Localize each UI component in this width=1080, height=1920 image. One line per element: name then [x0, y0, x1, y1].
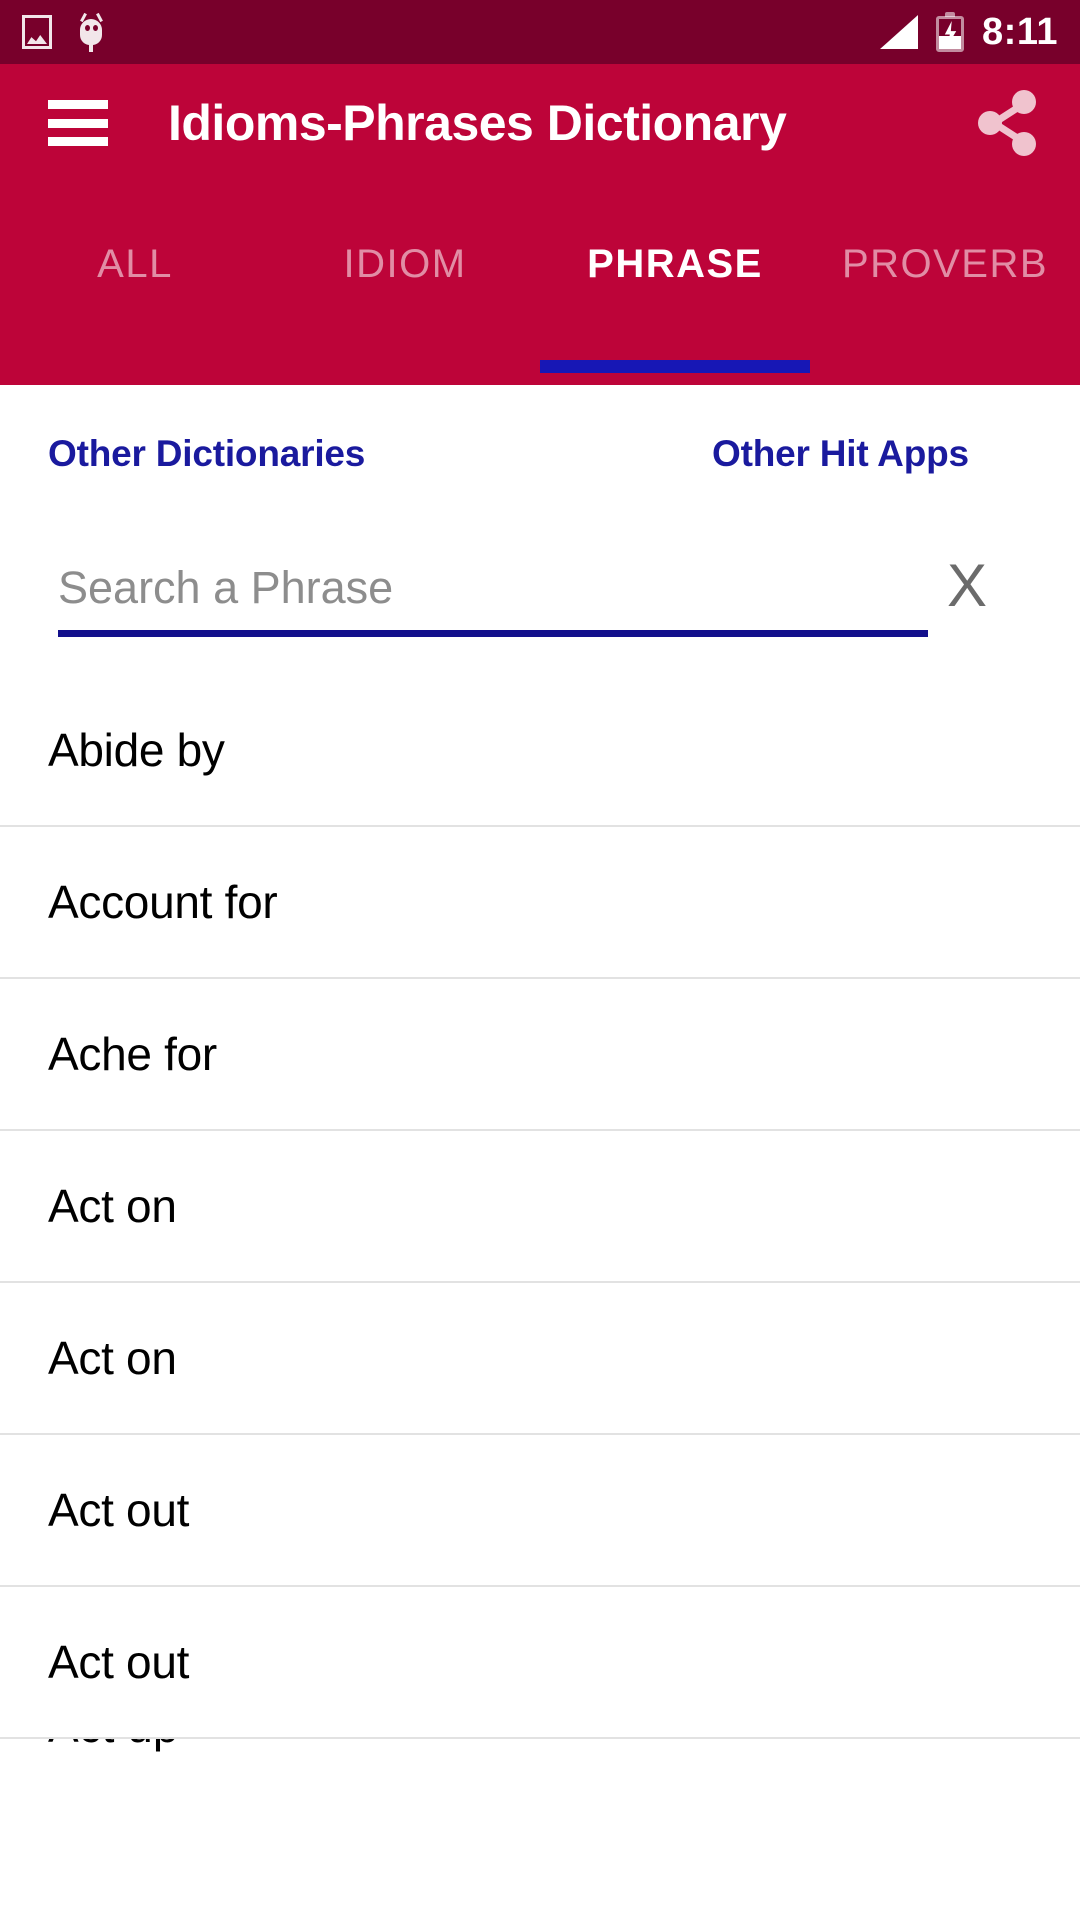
list-item[interactable]: Abide by — [0, 675, 1080, 827]
list-item[interactable]: Act on — [0, 1283, 1080, 1435]
list-item-label: Act up — [48, 1739, 178, 1753]
list-item-label: Act out — [48, 1636, 190, 1688]
tab-indicator — [270, 360, 540, 373]
clear-search-button[interactable]: X — [930, 549, 1004, 623]
content-area: Other Dictionaries Other Hit Apps X Abid… — [0, 385, 1080, 1920]
phrase-list: Abide by Account for Ache for Act on Act… — [0, 675, 1080, 1799]
tab-label: ALL — [97, 242, 173, 286]
status-bar-clock: 8:11 — [982, 11, 1058, 53]
share-icon[interactable] — [968, 85, 1044, 161]
status-bar: 8:11 — [0, 0, 1080, 64]
tab-idiom[interactable]: IDIOM — [270, 182, 540, 385]
tab-bar: ALL IDIOM PHRASE PROVERB — [0, 182, 1080, 385]
search-row: X — [0, 545, 1080, 655]
battery-charging-icon — [936, 12, 965, 52]
search-field[interactable] — [58, 545, 928, 637]
tab-indicator — [0, 360, 270, 373]
list-item-label: Act out — [48, 1484, 190, 1536]
list-item[interactable]: Act out — [0, 1587, 1080, 1739]
list-item[interactable]: Ache for — [0, 979, 1080, 1131]
other-hit-apps-link[interactable]: Other Hit Apps — [712, 433, 969, 475]
search-input[interactable] — [58, 561, 928, 614]
tab-label: PROVERB — [841, 242, 1049, 286]
list-item[interactable]: Act out — [0, 1435, 1080, 1587]
quick-links-row: Other Dictionaries Other Hit Apps — [0, 433, 1080, 499]
list-item-label: Act on — [48, 1180, 177, 1232]
tab-label: PHRASE — [587, 242, 763, 286]
list-item-label: Act on — [48, 1332, 177, 1384]
tab-indicator-active — [540, 360, 810, 373]
list-item[interactable]: Account for — [0, 827, 1080, 979]
list-item-label: Account for — [48, 876, 278, 928]
list-item-label: Abide by — [48, 724, 225, 776]
hamburger-menu-icon[interactable] — [48, 100, 108, 146]
photo-icon — [22, 15, 52, 49]
list-item-label: Ache for — [48, 1028, 217, 1080]
tab-proverb[interactable]: PROVERB — [810, 182, 1080, 385]
list-item-partial[interactable]: Act up — [0, 1739, 1080, 1799]
tab-indicator — [810, 360, 1080, 373]
page-title: Idioms-Phrases Dictionary — [168, 95, 787, 151]
tab-phrase[interactable]: PHRASE — [540, 182, 810, 385]
list-item[interactable]: Act on — [0, 1131, 1080, 1283]
tab-label: IDIOM — [343, 242, 467, 286]
android-bug-icon — [74, 12, 108, 52]
tab-all[interactable]: ALL — [0, 182, 270, 385]
other-dictionaries-link[interactable]: Other Dictionaries — [48, 433, 365, 475]
status-bar-left-icons — [22, 12, 108, 52]
signal-icon — [880, 15, 919, 49]
app-root: 8:11 Idioms-Phrases Dictionary ALL IDIOM — [0, 0, 1080, 1920]
app-bar: Idioms-Phrases Dictionary — [0, 64, 1080, 182]
status-bar-right-icons: 8:11 — [880, 12, 1058, 52]
